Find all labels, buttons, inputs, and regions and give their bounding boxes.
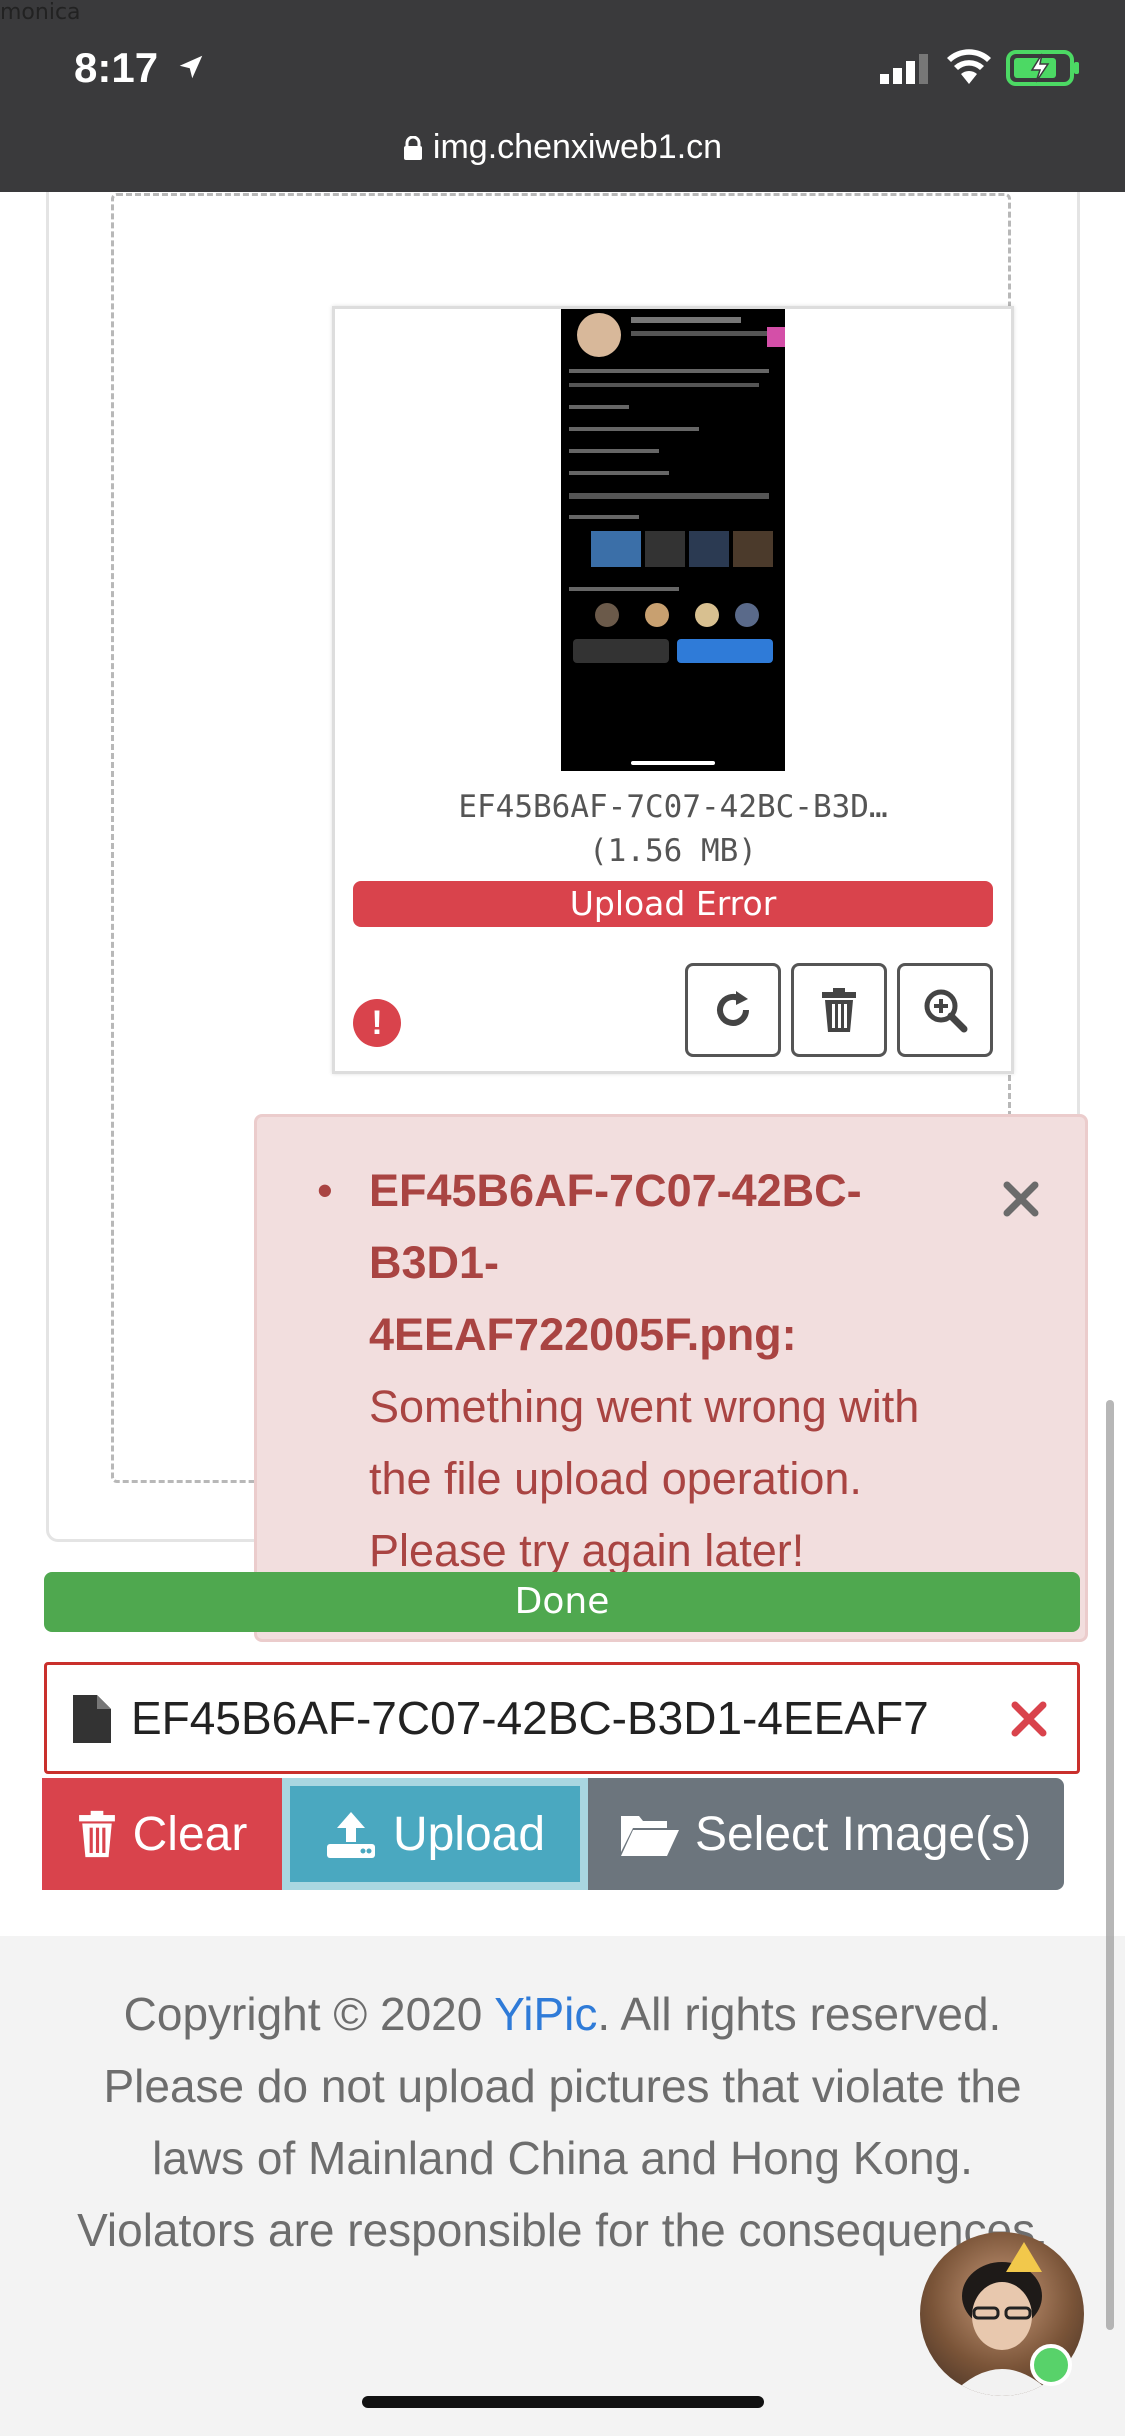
scrollbar[interactable] (1106, 1400, 1114, 2330)
alert-list: • EF45B6AF-7C07-42BC- B3D1- 4EEAF722005F… (317, 1155, 949, 1587)
upload-error-bar: Upload Error (353, 881, 993, 927)
footer-text: Copyright © 2020 YiPic. All rights reser… (60, 1978, 1065, 2266)
selected-file-name: EF45B6AF-7C07-42BC-B3D1-4EEAF7 (131, 1692, 929, 1744)
upload-button[interactable]: Upload (282, 1778, 588, 1890)
zoom-in-icon (924, 989, 968, 1033)
url-text: img.chenxiweb1.cn (432, 128, 723, 166)
online-status-dot (1030, 2344, 1072, 2386)
upload-panel: EF45B6AF-7C07-42BC-B3D… (1.56 MB) Upload… (46, 110, 1088, 1642)
trash-icon (78, 1810, 115, 1858)
file-icon (73, 1695, 111, 1743)
delete-button[interactable] (791, 963, 887, 1057)
footer-copyright: Copyright © 2020 (123, 1988, 495, 2040)
status-time: 8:17 (74, 44, 159, 91)
upload-button-label: Upload (392, 1807, 546, 1861)
retry-button[interactable] (685, 963, 781, 1057)
alert-file-name-1: EF45B6AF-7C07-42BC- (369, 1165, 862, 1216)
location-arrow-icon (179, 55, 203, 79)
alert-item: • EF45B6AF-7C07-42BC- B3D1- 4EEAF722005F… (317, 1155, 949, 1587)
clear-button[interactable]: Clear (42, 1778, 282, 1890)
lock-icon (403, 136, 422, 160)
trash-icon (822, 988, 856, 1032)
close-icon[interactable] (997, 1175, 1045, 1223)
alert-file-name-2: B3D1- (369, 1237, 500, 1288)
home-indicator[interactable] (362, 2396, 764, 2408)
signal-icon (880, 54, 928, 84)
list-bullet: • (317, 1165, 333, 1216)
select-images-label: Select Image(s) (694, 1807, 1032, 1861)
zoom-button[interactable] (897, 963, 993, 1057)
selected-file-field[interactable]: EF45B6AF-7C07-42BC-B3D1-4EEAF7 (44, 1662, 1080, 1774)
select-images-button[interactable]: Select Image(s) (588, 1778, 1064, 1890)
error-indicator-icon: ! (353, 999, 401, 1047)
clear-button-label: Clear (132, 1807, 248, 1861)
thumbnail-image (561, 309, 785, 771)
remove-icon[interactable] (1007, 1697, 1051, 1741)
retry-icon (717, 991, 749, 1026)
file-preview-card: EF45B6AF-7C07-42BC-B3D… (1.56 MB) Upload… (332, 306, 1014, 1074)
file-drop-zone[interactable]: EF45B6AF-7C07-42BC-B3D… (1.56 MB) Upload… (111, 193, 1088, 1642)
watermark-text: monica (0, 0, 81, 25)
alert-message: Something went wrong with the file uploa… (369, 1381, 920, 1576)
file-name-caption: EF45B6AF-7C07-42BC-B3D… (458, 789, 888, 825)
upload-icon (326, 1812, 375, 1858)
battery-charging-icon (1006, 50, 1079, 86)
upload-progress-bar: Done (44, 1572, 1080, 1632)
preview-thumbnail[interactable] (561, 309, 785, 771)
url-bar[interactable]: img.chenxiweb1.cn (0, 128, 1125, 167)
upload-error-alert: • EF45B6AF-7C07-42BC- B3D1- 4EEAF722005F… (254, 1114, 1088, 1642)
folder-open-icon (620, 1816, 679, 1856)
alert-file-name-3: 4EEAF722005F.png: (369, 1309, 797, 1360)
file-size-caption: (1.56 MB) (589, 833, 757, 869)
wifi-icon (947, 49, 991, 84)
footer-yipic-link[interactable]: YiPic (494, 1988, 597, 2040)
browser-top-bar: 8:17 img.chenxiweb1.cn (0, 0, 1125, 192)
